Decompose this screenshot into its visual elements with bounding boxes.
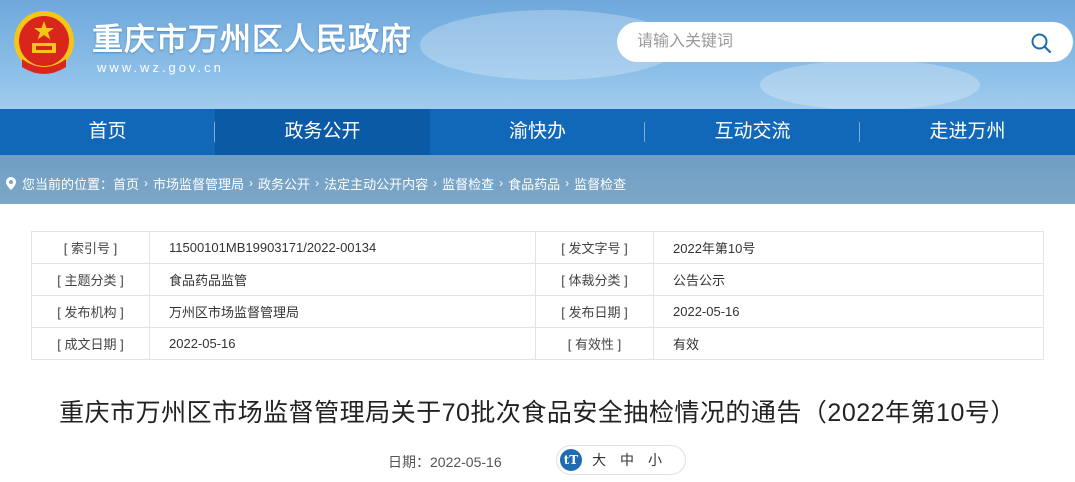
- table-row: [ 主题分类 ] 食品药品监管 [ 体裁分类 ] 公告公示: [31, 263, 1044, 296]
- table-row: [ 成文日期 ] 2022-05-16 [ 有效性 ] 有效: [31, 327, 1044, 360]
- info-label: [ 发文字号 ]: [535, 231, 654, 264]
- nav-item-label: 政务公开: [284, 121, 361, 142]
- info-label: [ 索引号 ]: [31, 231, 150, 264]
- info-value: 公告公示: [653, 263, 1044, 296]
- nav-item-about-wanzhou[interactable]: 走进万州: [860, 109, 1075, 155]
- table-row: [ 索引号 ] 11500101MB19903171/2022-00134 [ …: [31, 231, 1044, 264]
- font-size-switcher: tT 大 中 小: [556, 445, 686, 475]
- breadcrumb-link[interactable]: 监督检查: [442, 174, 494, 193]
- national-emblem-icon: [14, 11, 74, 74]
- info-value: 有效: [653, 327, 1044, 360]
- breadcrumb-separator-icon: ›: [249, 176, 254, 190]
- info-value: 11500101MB19903171/2022-00134: [149, 231, 536, 264]
- info-value: 2022-05-16: [149, 327, 536, 360]
- article-title: 重庆市万州区市场监督管理局关于70批次食品安全抽检情况的通告（2022年第10号…: [59, 399, 1016, 427]
- info-value: 食品药品监管: [149, 263, 536, 296]
- nav-item-label: 首页: [88, 121, 127, 142]
- breadcrumb-separator-icon: ›: [315, 176, 320, 190]
- breadcrumb-prefix: 您当前的位置：: [22, 176, 114, 192]
- font-size-large-button[interactable]: 大: [592, 450, 606, 470]
- main-nav: 首页 政务公开 渝快办 互动交流 走进万州: [0, 109, 1075, 155]
- breadcrumb-link[interactable]: 食品药品: [508, 174, 560, 193]
- document-info-table: [ 索引号 ] 11500101MB19903171/2022-00134 [ …: [31, 231, 1044, 360]
- info-label: [ 发布日期 ]: [535, 295, 654, 328]
- breadcrumb-link[interactable]: 监督检查: [574, 174, 626, 193]
- nav-item-interaction[interactable]: 互动交流: [645, 109, 860, 155]
- info-label: [ 发布机构 ]: [31, 295, 150, 328]
- info-label: [ 成文日期 ]: [31, 327, 150, 360]
- nav-item-label: 互动交流: [714, 121, 791, 142]
- breadcrumb: 您当前的位置： 首页 › 市场监督管理局 › 政务公开 › 法定主动公开内容 ›…: [6, 173, 626, 193]
- table-row: [ 发布机构 ] 万州区市场监督管理局 [ 发布日期 ] 2022-05-16: [31, 295, 1044, 328]
- breadcrumb-link[interactable]: 法定主动公开内容: [324, 174, 428, 193]
- info-label: [ 主题分类 ]: [31, 263, 150, 296]
- nav-item-government-affairs[interactable]: 政务公开: [215, 109, 430, 155]
- breadcrumb-separator-icon: ›: [499, 176, 504, 190]
- breadcrumb-link[interactable]: 市场监督管理局: [153, 174, 244, 193]
- info-value: 2022年第10号: [653, 231, 1044, 264]
- breadcrumb-separator-icon: ›: [433, 176, 438, 190]
- info-label: [ 体裁分类 ]: [535, 263, 654, 296]
- info-value: 万州区市场监督管理局: [149, 295, 536, 328]
- breadcrumb-link[interactable]: 首页: [113, 174, 139, 193]
- search-icon: [1031, 33, 1052, 54]
- font-size-medium-button[interactable]: 中: [620, 450, 634, 470]
- search-input[interactable]: [617, 22, 1017, 62]
- nav-item-label: 渝快办: [508, 121, 566, 142]
- search-button[interactable]: [1017, 22, 1073, 62]
- info-value: 2022-05-16: [653, 295, 1044, 328]
- nav-item-yukuaiban[interactable]: 渝快办: [430, 109, 645, 155]
- site-domain: www.wz.gov.cn: [97, 60, 224, 75]
- publish-date: 日期：2022-05-16: [388, 454, 502, 470]
- font-size-icon: tT: [560, 449, 582, 471]
- breadcrumb-link[interactable]: 政务公开: [258, 174, 310, 193]
- font-size-small-button[interactable]: 小: [648, 450, 662, 470]
- cloud-decoration: [760, 60, 980, 110]
- breadcrumb-separator-icon: ›: [144, 176, 149, 190]
- location-pin-icon: [6, 176, 16, 190]
- search-box: [617, 22, 1073, 62]
- breadcrumb-separator-icon: ›: [565, 176, 570, 190]
- nav-item-label: 走进万州: [929, 121, 1006, 142]
- info-label: [ 有效性 ]: [535, 327, 654, 360]
- site-title: 重庆市万州区人民政府: [92, 22, 412, 57]
- nav-item-home[interactable]: 首页: [0, 109, 215, 155]
